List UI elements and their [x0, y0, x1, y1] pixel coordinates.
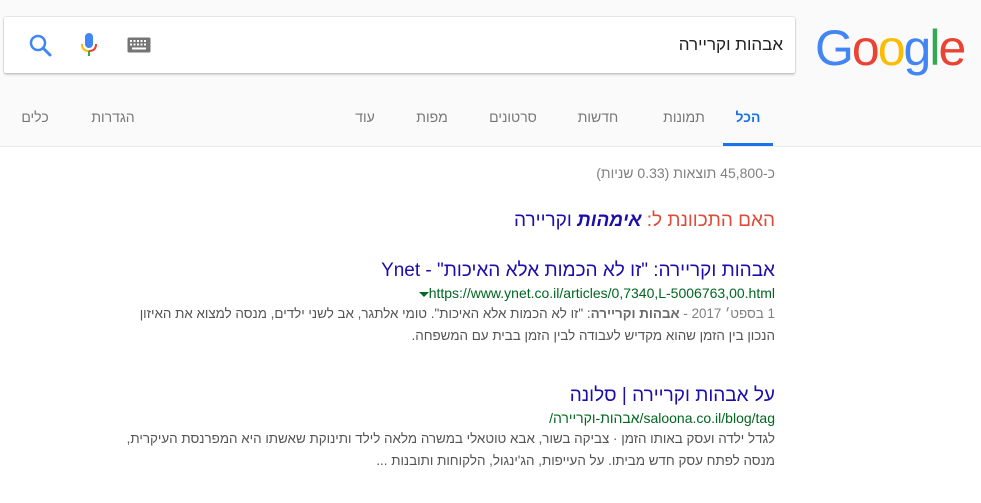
- result-title-link[interactable]: אבהות וקריירה: "זו לא הכמות אלא האיכות" …: [50, 259, 775, 283]
- search-icon[interactable]: [26, 31, 54, 59]
- snippet-date: 1 בספט׳ 2017 -: [679, 306, 775, 321]
- search-tabs: הכל תמונות חדשות סרטונים מפות עוד הגדרות…: [0, 98, 981, 146]
- logo-letter: o: [877, 20, 906, 76]
- did-you-mean-link[interactable]: אימהות וקריירה: [514, 210, 641, 231]
- search-input[interactable]: [223, 31, 783, 59]
- result-stats: כ-45,800 תוצאות (0.33 שניות): [596, 165, 775, 181]
- snippet-line: לגדל ילדה ועסק באותו הזמן · צביקה בשור, …: [126, 431, 775, 446]
- did-you-mean-rest: וקריירה: [514, 210, 578, 231]
- header: Google אבהות וקריירה הכל תמונות חדשות סר…: [0, 0, 981, 147]
- caret-down-icon[interactable]: [418, 291, 429, 297]
- snippet-text: : "זו לא הכמות אלא האיכות". טומי אלתגר, …: [139, 306, 591, 321]
- tab-more[interactable]: עוד: [345, 98, 385, 146]
- logo-letter: g: [903, 20, 932, 76]
- did-you-mean-bold: אימהות: [577, 210, 642, 231]
- result-url: https://www.ynet.co.il/articles/0,7340,L…: [50, 283, 775, 303]
- snippet-line: מנסה לפתח עסק חדש מביתו. על העייפות, הג'…: [376, 453, 775, 468]
- result-snippet: 1 בספט׳ 2017 - אבהות וקריירה: "זו לא הכמ…: [50, 303, 775, 347]
- tab-all[interactable]: הכל: [723, 98, 773, 146]
- result-title-link[interactable]: על אבהות וקריירה | סלונה: [50, 384, 775, 408]
- snippet-bold: אבהות וקריירה: [590, 306, 680, 321]
- snippet-line: 1 בספט׳ 2017 - אבהות וקריירה: "זו לא הכמ…: [50, 303, 775, 325]
- did-you-mean-prefix: האם התכוונת ל:: [641, 210, 775, 231]
- logo-letter: G: [815, 20, 854, 76]
- search-box: [4, 17, 795, 73]
- result-snippet: לגדל ילדה ועסק באותו הזמן · צביקה בשור, …: [50, 428, 775, 472]
- mic-icon[interactable]: [75, 31, 103, 59]
- snippet-line: הנכון בין הזמן שהוא מקדיש לעבודה לבין הז…: [411, 328, 775, 343]
- tab-videos[interactable]: סרטונים: [478, 98, 548, 146]
- keyboard-icon[interactable]: [125, 31, 153, 59]
- did-you-mean: האם התכוונת ל: אימהות וקריירה: [514, 210, 775, 232]
- result-url: saloona.co.il/blog/tag/אבהות-וקריירה/: [50, 408, 775, 428]
- result-url-text: saloona.co.il/blog/tag/אבהות-וקריירה/: [549, 410, 775, 426]
- tab-maps[interactable]: מפות: [407, 98, 457, 146]
- search-result: אבהות וקריירה: "זו לא הכמות אלא האיכות" …: [50, 259, 775, 347]
- tab-images[interactable]: תמונות: [654, 98, 714, 146]
- result-url-text: https://www.ynet.co.il/articles/0,7340,L…: [428, 285, 775, 301]
- tab-news[interactable]: חדשות: [568, 98, 628, 146]
- logo-letter: l: [929, 20, 940, 76]
- tab-tools[interactable]: כלים: [10, 98, 60, 146]
- logo-letter: e: [938, 20, 966, 76]
- search-result: על אבהות וקריירה | סלונה saloona.co.il/b…: [50, 384, 775, 472]
- tab-settings[interactable]: הגדרות: [78, 98, 148, 146]
- logo-letter: o: [851, 20, 880, 76]
- google-logo[interactable]: Google: [815, 20, 966, 76]
